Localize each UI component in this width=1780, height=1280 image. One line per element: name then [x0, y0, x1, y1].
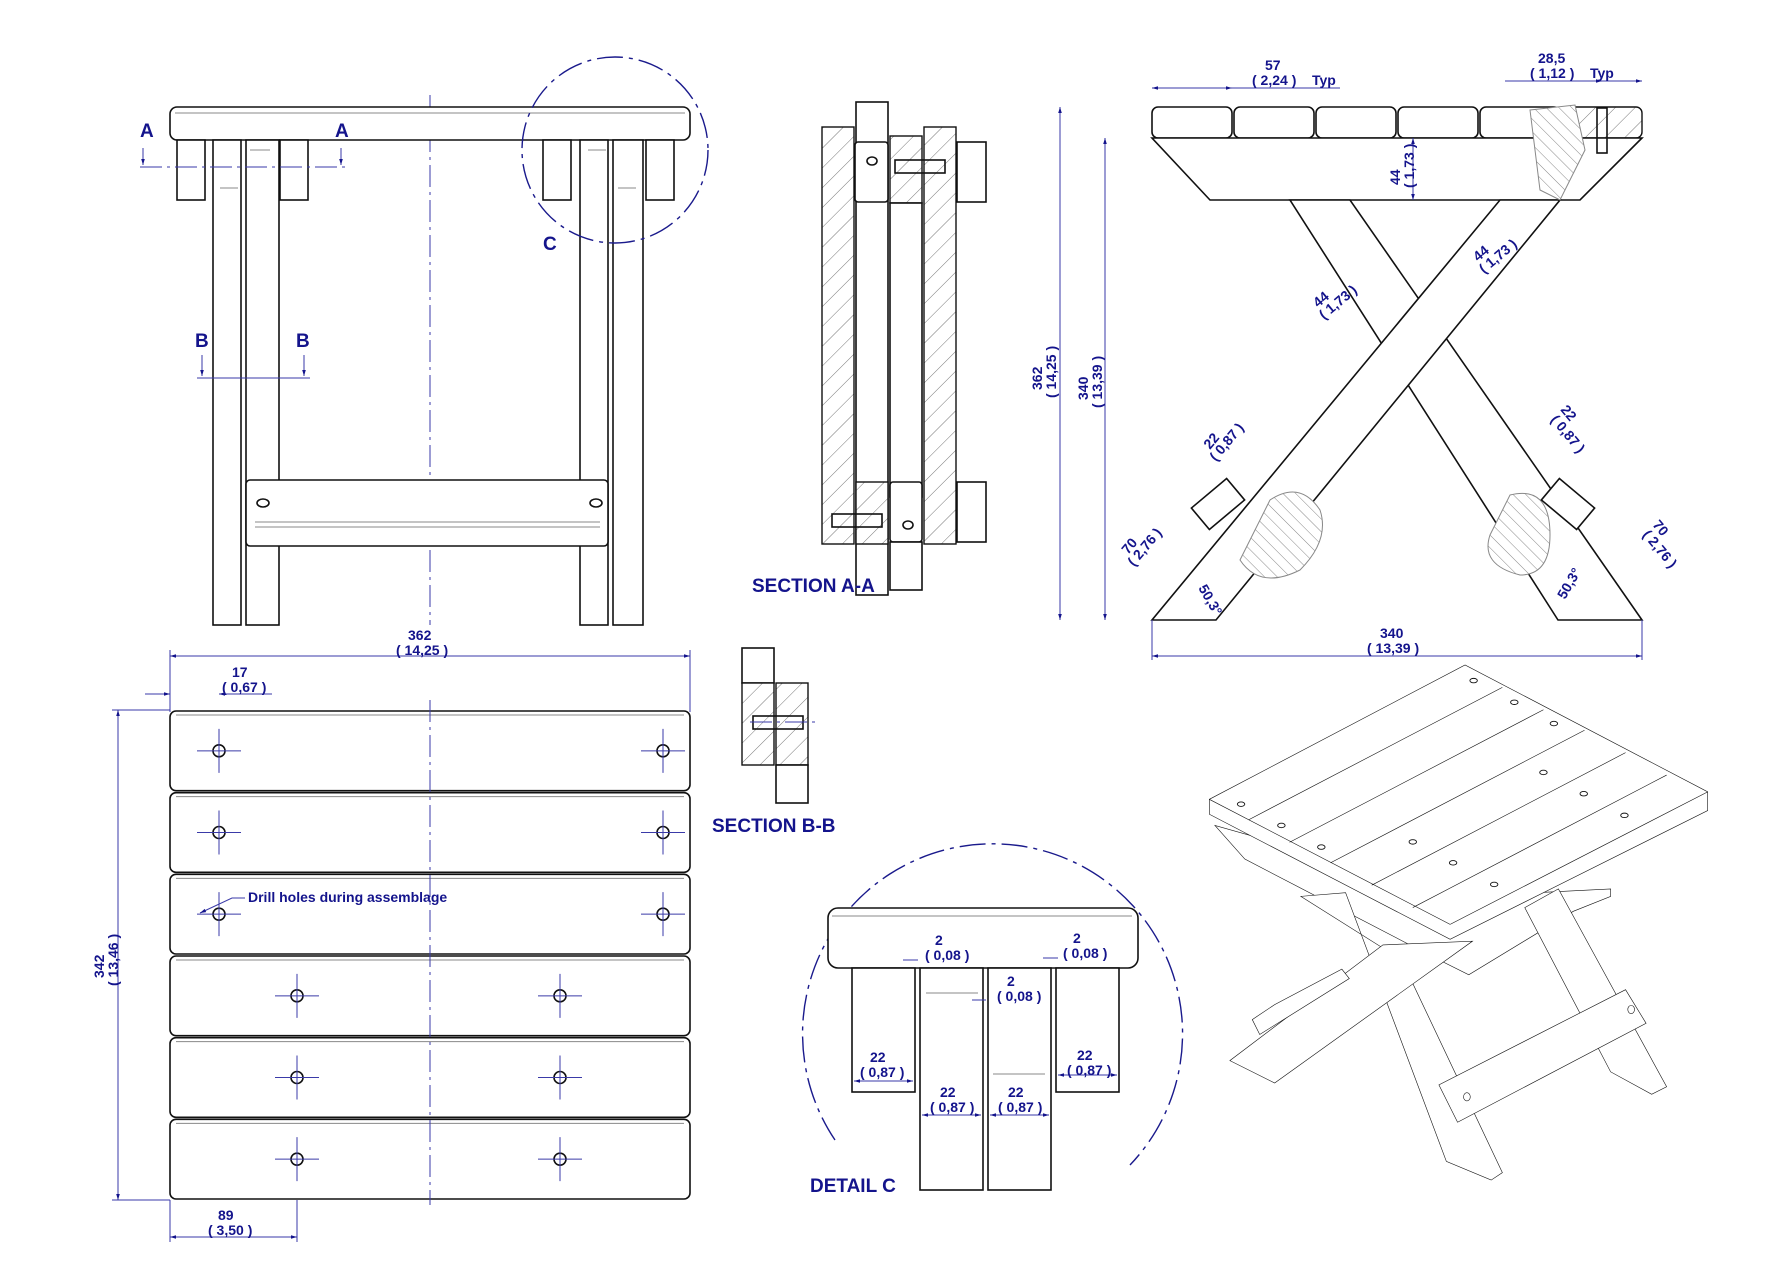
dim-hole-spacing-mm: 89	[218, 1207, 234, 1223]
dim-gap1-mm: 2	[935, 932, 943, 948]
section-b-marker-right: B	[296, 331, 310, 352]
dim-overall-depth-in: ( 13,46 )	[105, 934, 121, 986]
dim-hole-offset-in: ( 1,12 )	[1530, 65, 1574, 81]
dim-w2-mm: 22	[940, 1084, 956, 1100]
section-aa-label: SECTION A-A	[752, 576, 875, 597]
leg	[612, 139, 644, 626]
drill-holes-note: Drill holes during assemblage	[248, 889, 447, 905]
stretcher	[245, 479, 609, 547]
dim-w3-mm: 22	[1008, 1084, 1024, 1100]
dim-overall-width-in: ( 14,25 )	[396, 642, 448, 658]
dim-rail-height-in: ( 1,73 )	[1401, 144, 1417, 188]
technical-drawing: A A B B C SECTION A-A SECTION B-B 2 (0,…	[91, 50, 1708, 1242]
detail-c-marker: C	[543, 234, 557, 255]
dim-gap3-mm: 2	[1007, 973, 1015, 989]
dim-slat-width-note: Typ	[1312, 72, 1336, 88]
section-a-marker-left: A	[140, 121, 154, 142]
dim-gap2-in: ( 0,08 )	[1063, 945, 1107, 961]
dim-hole-spacing-in: ( 3,50 )	[208, 1222, 252, 1238]
side-view: 57 ( 2,24 ) Typ 28,5 ( 1,12 ) Typ 362 ( …	[1029, 50, 1680, 660]
section-b-marker-left: B	[195, 331, 209, 352]
rail-block	[279, 139, 309, 201]
dim-slat-width-mm: 57	[1265, 57, 1281, 73]
rail-block	[542, 139, 572, 201]
section-aa-view: SECTION A-A	[752, 101, 987, 597]
dim-overall-width-mm: 362	[408, 627, 432, 643]
isometric-view	[1209, 664, 1708, 1181]
dim-w1-mm: 22	[870, 1049, 886, 1065]
dim-base-width-in: ( 13,39 )	[1367, 640, 1419, 656]
dim-gap3-in: ( 0,08 )	[997, 988, 1041, 1004]
dim-gap1-in: ( 0,08 )	[925, 947, 969, 963]
detail-c-label: DETAIL C	[810, 1176, 896, 1197]
seat-board	[169, 106, 691, 141]
rail-block	[645, 139, 675, 201]
dim-hole-edge-mm: 17	[232, 664, 248, 680]
dim-w2-in: ( 0,87 )	[930, 1099, 974, 1115]
section-bb-view: SECTION B-B	[712, 647, 836, 837]
front-view: A A B B C	[140, 56, 709, 626]
dim-gap2-mm: 2	[1073, 930, 1081, 946]
rail-block	[176, 139, 206, 201]
section-a-marker-right: A	[335, 121, 349, 142]
dim-total-height-in: ( 14,25 )	[1043, 346, 1059, 398]
dim-hole-edge-in: ( 0,67 )	[222, 679, 266, 695]
section-bb-label: SECTION B-B	[712, 816, 836, 837]
dim-w4-in: ( 0,87 )	[1067, 1062, 1111, 1078]
leg	[579, 139, 609, 626]
dim-hole-offset-note: Typ	[1590, 65, 1614, 81]
dim-hole-offset-mm: 28,5	[1538, 50, 1565, 66]
dim-slat-width-in: ( 2,24 )	[1252, 72, 1296, 88]
leg	[212, 139, 242, 626]
dim-w1-in: ( 0,87 )	[860, 1064, 904, 1080]
dim-w3-in: ( 0,87 )	[998, 1099, 1042, 1115]
dim-w4-mm: 22	[1077, 1047, 1093, 1063]
dim-leg-height-in: ( 13,39 )	[1089, 356, 1105, 408]
dim-base-width-mm: 340	[1380, 625, 1404, 641]
leg	[245, 139, 280, 626]
detail-c-view: 2 ( 0,08 ) 2 ( 0,08 ) 2 ( 0,08 ) 22 ( 0,…	[801, 843, 1184, 1197]
